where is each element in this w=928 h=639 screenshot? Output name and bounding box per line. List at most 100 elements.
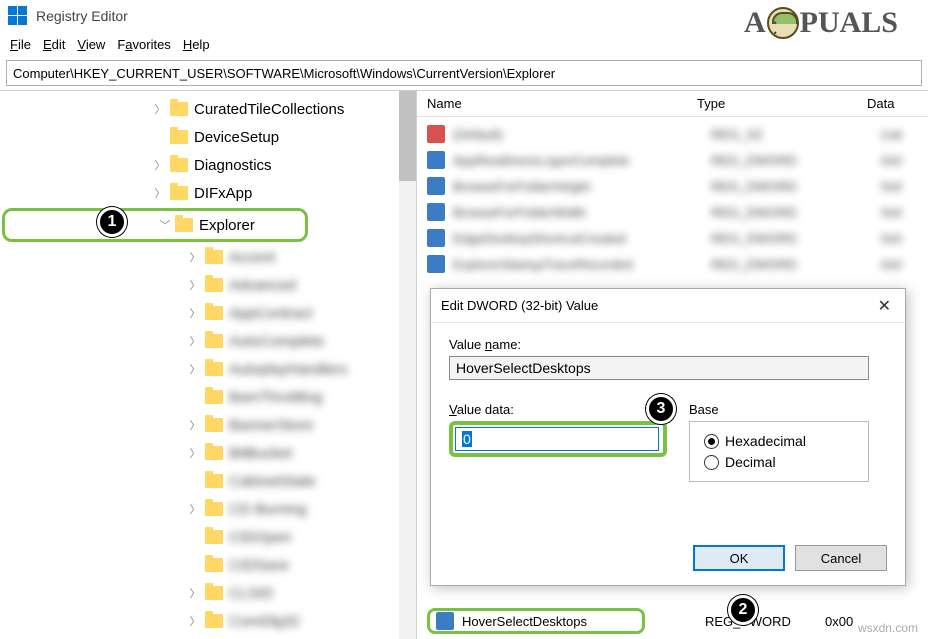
value-name: HoverSelectDesktops (462, 614, 636, 629)
tree-label: CIDOpen (229, 529, 292, 546)
tree-item[interactable]: 〉 DIFxApp (0, 179, 416, 207)
chevron-right-icon[interactable]: 〉 (185, 361, 205, 377)
list-item[interactable]: ExplorerStartupTraceRecordedREG_DWORD0x0 (417, 251, 928, 277)
tree-item[interactable]: CIDOpen (0, 523, 416, 551)
tree-item[interactable]: 〉BannerStore (0, 411, 416, 439)
radio-hexadecimal[interactable]: Hexadecimal (704, 433, 854, 449)
value-name-field[interactable]: HoverSelectDesktops (449, 356, 869, 380)
brand-post: PUALS (800, 6, 898, 40)
tree-item[interactable]: 〉 CLSID (0, 579, 416, 607)
reg-dword-icon (427, 203, 445, 221)
value-type: REG_DWORD (711, 257, 881, 272)
value-data: 0x0 (881, 231, 902, 246)
value-type: REG_DWORD (705, 614, 825, 629)
chevron-right-icon[interactable]: 〉 (185, 445, 205, 461)
tree-label: AppContract (229, 305, 312, 322)
address-bar[interactable]: Computer\HKEY_CURRENT_USER\SOFTWARE\Micr… (6, 60, 922, 86)
value-data-label: Value data: (449, 402, 667, 417)
tree-label: CuratedTileCollections (194, 101, 344, 118)
list-item[interactable]: AppReadinessLogonCompleteREG_DWORD0x0 (417, 147, 928, 173)
regedit-icon (8, 6, 28, 26)
brand-face-icon (767, 7, 799, 39)
chevron-right-icon[interactable]: 〉 (150, 101, 170, 117)
tree-item[interactable]: 〉AutoplayHandlers (0, 355, 416, 383)
chevron-right-icon[interactable]: 〉 (185, 585, 205, 601)
close-icon[interactable]: ✕ (874, 296, 895, 316)
value-data-highlight: 0 (449, 421, 667, 457)
menu-view[interactable]: View (77, 37, 105, 52)
chevron-right-icon[interactable]: 〉 (185, 277, 205, 293)
cancel-button[interactable]: Cancel (795, 545, 887, 571)
chevron-right-icon[interactable]: 〉 (185, 501, 205, 517)
tree-scrollbar[interactable] (399, 91, 416, 639)
tree-item[interactable]: CIDSave (0, 551, 416, 579)
folder-icon (205, 278, 223, 292)
menu-edit[interactable]: Edit (43, 37, 65, 52)
value-data-field[interactable]: 0 (455, 427, 659, 451)
chevron-down-icon[interactable]: ﹀ (155, 217, 175, 233)
column-type[interactable]: Type (697, 96, 867, 111)
tree-item[interactable]: 〉 AutoComplete (0, 327, 416, 355)
tree-item[interactable]: BamThrottling (0, 383, 416, 411)
value-type: REG_DWORD (711, 205, 881, 220)
chevron-right-icon[interactable]: 〉 (185, 249, 205, 265)
folder-icon (205, 502, 223, 516)
tree-item[interactable]: 〉 Diagnostics (0, 151, 416, 179)
value-type: REG_DWORD (711, 231, 881, 246)
tree-item[interactable]: 〉CD Burning (0, 495, 416, 523)
folder-icon (205, 530, 223, 544)
tree-item[interactable]: 〉 CuratedTileCollections (0, 95, 416, 123)
folder-icon (205, 586, 223, 600)
tree-item[interactable]: 〉ComDlg32 (0, 607, 416, 635)
tree-label: Accent (229, 249, 275, 266)
menu-file[interactable]: File (10, 37, 31, 52)
address-path: Computer\HKEY_CURRENT_USER\SOFTWARE\Micr… (13, 66, 555, 81)
tree-label: Explorer (199, 217, 255, 234)
tree-item[interactable]: DeviceSetup (0, 123, 416, 151)
dialog-title: Edit DWORD (32-bit) Value (441, 298, 598, 313)
ok-label: OK (730, 551, 749, 566)
column-name[interactable]: Name (417, 96, 697, 111)
base-group: Base Hexadecimal Decimal (689, 402, 869, 482)
tree-label: CIDSave (229, 557, 289, 574)
chevron-right-icon[interactable]: 〉 (150, 157, 170, 173)
folder-icon (205, 250, 223, 264)
tree-item[interactable]: 〉Advanced (0, 271, 416, 299)
chevron-right-icon[interactable]: 〉 (185, 417, 205, 433)
tree-item[interactable]: 〉 Accent (0, 243, 416, 271)
chevron-right-icon[interactable]: 〉 (150, 185, 170, 201)
reg-dword-icon (427, 255, 445, 273)
reg-dword-icon (427, 177, 445, 195)
value-name: AppReadinessLogonComplete (453, 153, 711, 168)
tree-label: CabinetState (229, 473, 316, 490)
annotation-step-2: 2 (728, 595, 758, 625)
ok-button[interactable]: OK (693, 545, 785, 571)
values-list: (Default)REG_SZ(val AppReadinessLogonCom… (417, 117, 928, 281)
tree-item[interactable]: 〉BitBucket (0, 439, 416, 467)
list-item[interactable]: (Default)REG_SZ(val (417, 121, 928, 147)
chevron-right-icon[interactable]: 〉 (185, 333, 205, 349)
radio-decimal[interactable]: Decimal (704, 454, 854, 470)
dialog-buttons: OK Cancel (693, 545, 887, 571)
list-item[interactable]: BrowseForFolderWidthREG_DWORD0x0 (417, 199, 928, 225)
menu-favorites[interactable]: Favorites (117, 37, 170, 52)
tree-item-explorer[interactable]: ﹀ Explorer (2, 208, 308, 242)
value-data-text: 0 (462, 431, 472, 447)
tree-item[interactable]: 〉 AppContract (0, 299, 416, 327)
list-item[interactable]: EdgeDesktopShortcutCreatedREG_DWORD0x0 (417, 225, 928, 251)
value-data: (val (881, 127, 902, 142)
menu-help[interactable]: Help (183, 37, 210, 52)
folder-icon (205, 614, 223, 628)
column-data[interactable]: Data (867, 96, 928, 111)
list-item[interactable]: BrowseForFolderHeightREG_DWORD0x0 (417, 173, 928, 199)
tree-item[interactable]: CabinetState (0, 467, 416, 495)
dialog-titlebar: Edit DWORD (32-bit) Value ✕ (431, 289, 905, 323)
value-data: 0x0 (881, 205, 902, 220)
tree-label: AutoComplete (229, 333, 324, 350)
chevron-right-icon[interactable]: 〉 (185, 305, 205, 321)
list-item-hoverselect[interactable]: HoverSelectDesktops REG_DWORD 0x00 (417, 607, 928, 635)
tree-label: CLSID (229, 585, 273, 602)
cancel-label: Cancel (821, 551, 861, 566)
scrollbar-thumb[interactable] (399, 91, 416, 181)
chevron-right-icon[interactable]: 〉 (185, 613, 205, 629)
